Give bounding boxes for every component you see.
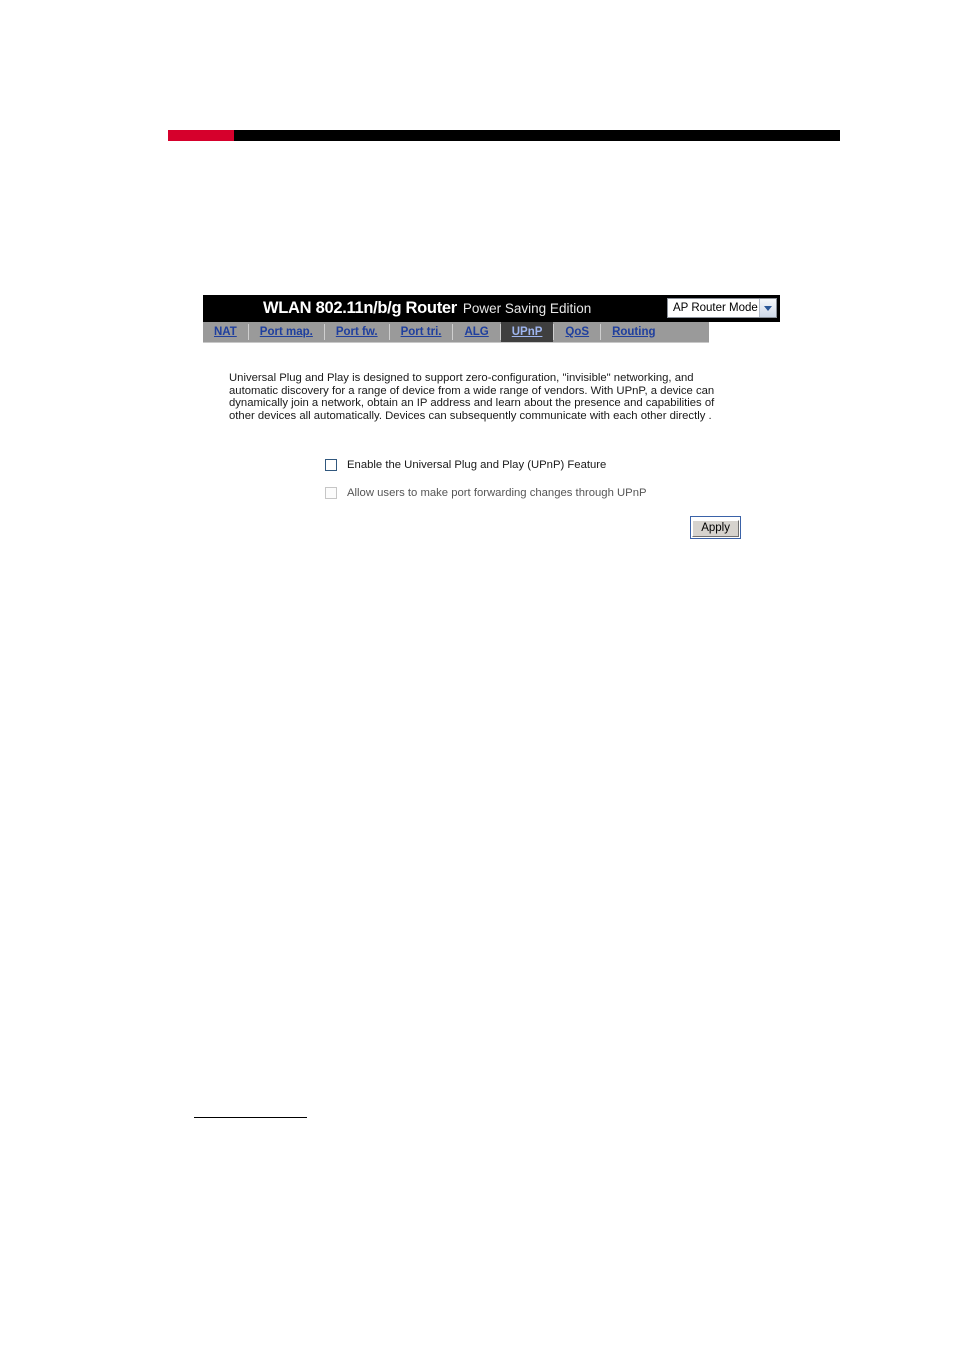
- footnote-separator: [194, 1117, 307, 1118]
- apply-button[interactable]: Apply: [692, 520, 739, 538]
- apply-button-focus-ring: Apply: [690, 516, 741, 540]
- tab-nat[interactable]: NAT: [203, 322, 248, 342]
- tab-alg[interactable]: ALG: [453, 322, 499, 342]
- accent-bar-red-segment: [168, 130, 234, 141]
- option-row-allow-port-forwarding: Allow users to make port forwarding chan…: [325, 484, 780, 501]
- tab-port-fw[interactable]: Port fw.: [325, 322, 389, 342]
- allow-port-forwarding-label: Allow users to make port forwarding chan…: [347, 486, 647, 499]
- enable-upnp-checkbox[interactable]: [325, 458, 337, 471]
- router-header: WLAN 802.11n/b/g Router Power Saving Edi…: [203, 295, 780, 322]
- tab-routing[interactable]: Routing: [601, 322, 666, 342]
- upnp-description: Universal Plug and Play is designed to s…: [229, 372, 715, 422]
- router-admin-panel: WLAN 802.11n/b/g Router Power Saving Edi…: [203, 295, 780, 540]
- page-accent-bar: [168, 130, 840, 141]
- chevron-down-icon[interactable]: [759, 299, 776, 317]
- accent-bar-black-segment: [234, 130, 840, 141]
- apply-button-row: Apply: [203, 516, 780, 540]
- tab-port-tri[interactable]: Port tri.: [390, 322, 453, 342]
- operation-mode-select[interactable]: AP Router Mode: [667, 298, 777, 318]
- nav-tab-bar: NAT Port map. Port fw. Port tri. ALG UPn…: [203, 322, 709, 343]
- upnp-panel-body: Universal Plug and Play is designed to s…: [203, 343, 780, 540]
- tab-port-map[interactable]: Port map.: [249, 322, 324, 342]
- upnp-options-list: Enable the Universal Plug and Play (UPnP…: [325, 456, 780, 501]
- operation-mode-selected-value: AP Router Mode: [673, 302, 758, 314]
- tab-qos[interactable]: QoS: [554, 322, 600, 342]
- enable-upnp-label: Enable the Universal Plug and Play (UPnP…: [347, 458, 607, 471]
- option-row-enable-upnp[interactable]: Enable the Universal Plug and Play (UPnP…: [325, 456, 780, 473]
- router-subtitle: Power Saving Edition: [462, 301, 592, 316]
- tab-upnp[interactable]: UPnP: [500, 322, 554, 342]
- router-title: WLAN 802.11n/b/g Router: [263, 299, 457, 317]
- allow-port-forwarding-checkbox: [325, 486, 337, 499]
